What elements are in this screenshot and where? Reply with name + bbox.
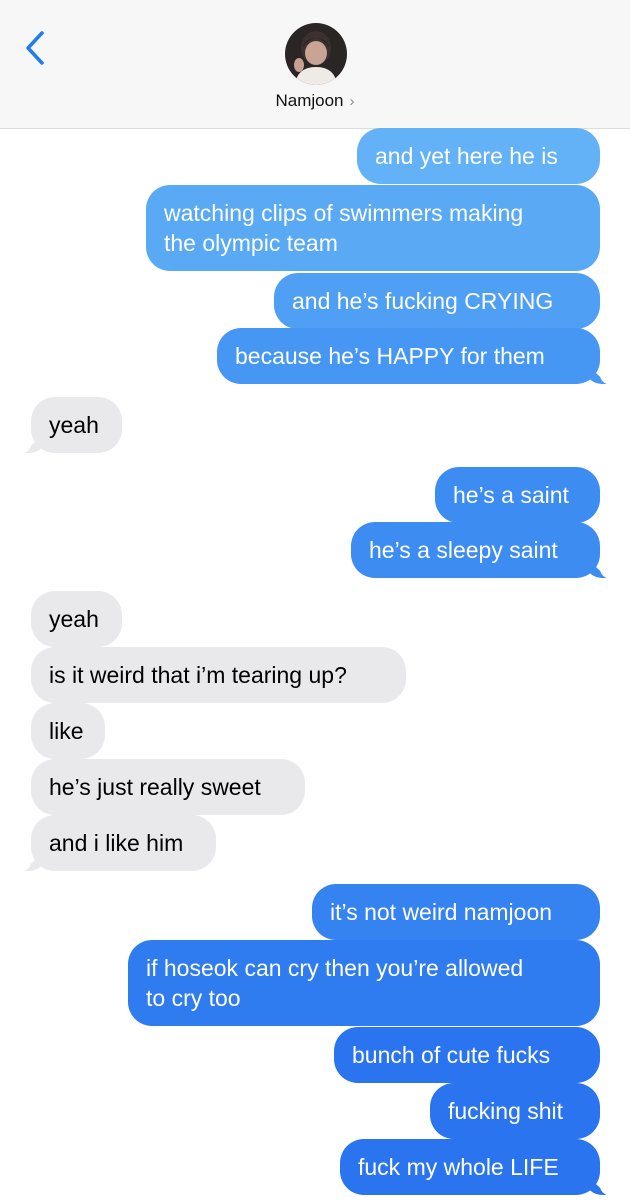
sent-message-bubble[interactable]: fucking shit <box>430 1083 600 1139</box>
sent-message-bubble[interactable]: because he’s HAPPY for them <box>217 328 614 385</box>
message-thread[interactable]: and yet here he is watching clips of swi… <box>0 128 630 1200</box>
message-text: fuck my whole LIFE <box>358 1154 559 1180</box>
received-message-bubble[interactable]: yeah <box>17 397 122 454</box>
message-text: like <box>49 718 84 744</box>
message-text-line: if hoseok can cry then you’re allowed <box>146 955 524 981</box>
message-text: and i like him <box>49 830 184 856</box>
message-text-line: to cry too <box>146 985 241 1011</box>
received-message-bubble[interactable]: is it weird that i’m tearing up? <box>31 647 406 703</box>
sent-message-bubble[interactable]: bunch of cute fucks <box>334 1027 600 1083</box>
sent-message-bubble[interactable]: and yet here he is <box>357 128 600 184</box>
sent-message-bubble[interactable]: he’s a saint <box>435 467 600 523</box>
contact-name: Namjoon <box>275 91 344 110</box>
message-text: he’s just really sweet <box>49 774 261 800</box>
message-text: and yet here he is <box>375 143 558 169</box>
contact-name-button[interactable]: Namjoon › <box>0 91 630 111</box>
sent-message-bubble[interactable]: and he’s fucking CRYING <box>274 273 600 329</box>
avatar-photo <box>285 23 347 85</box>
sent-message-bubble[interactable]: it’s not weird namjoon <box>312 884 600 940</box>
chevron-right-icon: › <box>349 93 355 110</box>
message-text: yeah <box>49 606 99 632</box>
message-text: yeah <box>49 412 99 438</box>
sent-message-bubble[interactable]: he’s a sleepy saint <box>351 522 614 579</box>
message-text: he’s a saint <box>453 482 569 508</box>
message-text: he’s a sleepy saint <box>369 537 558 563</box>
chevron-left-icon <box>26 31 44 65</box>
sent-message-bubble[interactable]: watching clips of swimmers making the ol… <box>146 185 600 271</box>
received-message-bubble[interactable]: yeah <box>31 591 122 647</box>
conversation-header: Namjoon › <box>0 0 630 129</box>
message-text: bunch of cute fucks <box>352 1042 551 1068</box>
received-message-bubble[interactable]: like <box>31 703 105 759</box>
back-button[interactable] <box>20 28 50 68</box>
received-message-bubble[interactable]: he’s just really sweet <box>31 759 305 815</box>
message-text: fucking shit <box>448 1098 564 1124</box>
contact-avatar[interactable] <box>285 23 347 85</box>
message-text: it’s not weird namjoon <box>330 899 553 925</box>
message-text: is it weird that i’m tearing up? <box>49 662 347 688</box>
message-text: and he’s fucking CRYING <box>292 288 554 314</box>
message-text-line: watching clips of swimmers making <box>164 200 524 226</box>
sent-message-bubble[interactable]: if hoseok can cry then you’re allowed to… <box>128 940 600 1026</box>
received-message-bubble[interactable]: and i like him <box>17 815 216 872</box>
sent-message-bubble[interactable]: fuck my whole LIFE <box>340 1139 614 1196</box>
message-text-line: the olympic team <box>164 230 338 256</box>
message-text: because he’s HAPPY for them <box>235 343 545 369</box>
